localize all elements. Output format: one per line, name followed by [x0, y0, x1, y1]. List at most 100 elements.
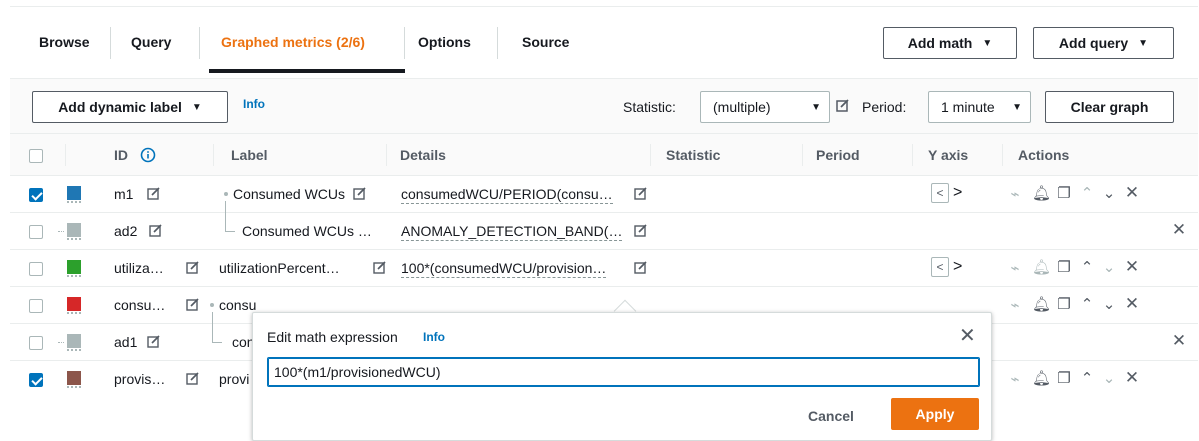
column-divider [802, 144, 803, 166]
row-details[interactable]: ANOMALY_DETECTION_BAND(… [401, 223, 623, 241]
edit-icon[interactable] [634, 187, 648, 201]
edit-icon[interactable] [353, 187, 367, 201]
move-up-icon[interactable]: ⌃ [1078, 297, 1096, 313]
duplicate-icon[interactable]: ❐ [1055, 186, 1073, 202]
tree-connector [58, 231, 64, 232]
duplicate-icon[interactable]: ❐ [1055, 371, 1073, 387]
row-details[interactable]: 100*(consumedWCU/provision… [401, 260, 607, 278]
bell-icon[interactable]: 🔔︎ [1032, 186, 1051, 202]
edit-icon[interactable] [186, 261, 200, 275]
edit-icon[interactable] [634, 224, 648, 238]
tab-graphed-metrics[interactable]: Graphed metrics (2/6) [221, 34, 365, 50]
metrics-panel: Browse Query Graphed metrics (2/6) Optio… [0, 0, 1199, 441]
bell-icon[interactable]: 🔔︎ [1032, 297, 1051, 313]
edit-icon[interactable] [634, 261, 648, 275]
row-id: m1 [114, 186, 134, 202]
move-up-icon[interactable]: ⌃ [1078, 186, 1096, 202]
row-checkbox[interactable] [29, 336, 43, 350]
close-icon[interactable]: ✕ [1123, 184, 1141, 201]
sparkline-icon[interactable]: ⌁ [1006, 298, 1024, 314]
clear-graph-button[interactable]: Clear graph [1045, 91, 1174, 123]
toolbar-info-link[interactable]: Info [243, 97, 265, 111]
close-icon[interactable]: ✕ [1123, 369, 1141, 386]
tab-browse[interactable]: Browse [39, 34, 90, 50]
edit-icon[interactable] [186, 372, 200, 386]
y-axis-left-button[interactable]: < [931, 183, 949, 203]
tab-source[interactable]: Source [522, 34, 569, 50]
y-axis-left-button[interactable]: < [931, 257, 949, 277]
add-query-button[interactable]: Add query ▼ [1033, 27, 1174, 59]
sparkline-icon[interactable]: ⌁ [1006, 261, 1024, 277]
tab-options[interactable]: Options [418, 34, 471, 50]
sparkline-icon[interactable]: ⌁ [1006, 187, 1024, 203]
graph-toolbar: Add dynamic label ▼ Info Statistic: (mult… [10, 78, 1198, 134]
color-swatch[interactable] [67, 223, 81, 237]
move-down-icon[interactable]: ⌄ [1100, 260, 1118, 276]
duplicate-icon[interactable]: ❐ [1055, 260, 1073, 276]
edit-math-expression-popover: Edit math expression Info ✕ 100*(m1/prov… [252, 312, 992, 441]
move-up-icon[interactable]: ⌃ [1078, 371, 1096, 387]
select-all-checkbox[interactable] [29, 149, 43, 163]
color-swatch[interactable] [67, 297, 81, 311]
close-icon[interactable]: ✕ [1123, 258, 1141, 275]
move-down-icon[interactable]: ⌄ [1100, 371, 1118, 387]
period-select[interactable]: 1 minute ▼ [928, 91, 1031, 123]
y-axis-toggle: < > [931, 183, 962, 203]
info-circle-icon[interactable] [140, 147, 156, 163]
cancel-button[interactable]: Cancel [808, 408, 854, 424]
swatch-line [67, 312, 81, 314]
column-divider [213, 144, 214, 166]
swatch-line [67, 201, 81, 203]
close-icon[interactable]: ✕ [959, 323, 976, 348]
bell-icon[interactable]: 🔔︎ [1032, 371, 1051, 387]
column-statistic: Statistic [666, 147, 721, 163]
add-math-button[interactable]: Add math ▼ [883, 27, 1017, 59]
edit-icon[interactable] [373, 261, 387, 275]
color-swatch[interactable] [67, 334, 81, 348]
color-swatch[interactable] [67, 186, 81, 200]
close-icon[interactable]: ✕ [1170, 221, 1188, 238]
statistic-value: (multiple) [713, 99, 771, 115]
tab-divider [110, 27, 111, 59]
add-math-label: Add math [907, 35, 973, 51]
edit-icon[interactable] [147, 335, 161, 349]
row-checkbox[interactable] [29, 188, 43, 202]
edit-icon[interactable] [186, 298, 200, 312]
tree-node [224, 192, 228, 196]
edit-icon[interactable] [836, 99, 850, 113]
row-id: ad2 [114, 223, 138, 239]
row-label: Consumed WCUs [233, 186, 346, 202]
close-icon[interactable]: ✕ [1123, 295, 1141, 312]
color-swatch[interactable] [67, 260, 81, 274]
caret-down-icon: ▼ [982, 37, 993, 49]
close-icon[interactable]: ✕ [1170, 332, 1188, 349]
popover-info-link[interactable]: Info [423, 330, 445, 344]
y-axis-right-button[interactable]: > [953, 184, 962, 202]
row-checkbox[interactable] [29, 299, 43, 313]
edit-icon[interactable] [149, 224, 163, 238]
row-details[interactable]: consumedWCU/PERIOD(consu… [401, 186, 613, 204]
apply-button[interactable]: Apply [891, 398, 979, 430]
tab-query[interactable]: Query [131, 34, 171, 50]
edit-icon[interactable] [147, 187, 161, 201]
color-swatch[interactable] [67, 371, 81, 385]
add-dynamic-label-button[interactable]: Add dynamic label ▼ [32, 91, 228, 123]
move-up-icon[interactable]: ⌃ [1078, 260, 1096, 276]
move-down-icon[interactable]: ⌄ [1100, 297, 1118, 313]
move-down-icon[interactable]: ⌄ [1100, 186, 1118, 202]
y-axis-right-button[interactable]: > [953, 258, 962, 276]
row-checkbox[interactable] [29, 225, 43, 239]
sparkline-icon[interactable]: ⌁ [1006, 372, 1024, 388]
row-id: consu… [114, 297, 166, 313]
row-id: utiliza… [114, 260, 164, 276]
table-row: m1 Consumed WCUs consumedWCU/PERIOD(cons… [10, 176, 1198, 213]
bell-icon[interactable]: 🔔︎ [1032, 260, 1051, 276]
column-divider [386, 144, 387, 166]
math-expression-input[interactable]: 100*(m1/provisionedWCU) [267, 357, 980, 387]
duplicate-icon[interactable]: ❐ [1055, 297, 1073, 313]
tab-bar: Browse Query Graphed metrics (2/6) Optio… [10, 6, 1198, 78]
caret-down-icon: ▼ [191, 101, 202, 113]
statistic-select[interactable]: (multiple) ▼ [700, 91, 830, 123]
row-checkbox[interactable] [29, 373, 43, 387]
row-checkbox[interactable] [29, 262, 43, 276]
